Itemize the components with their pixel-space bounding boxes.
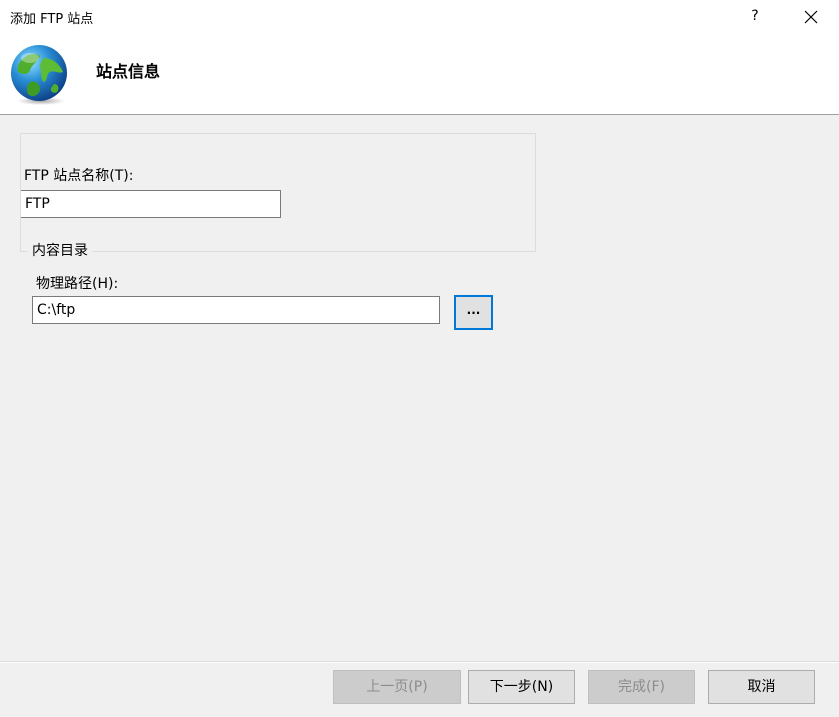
footer-divider-highlight bbox=[0, 662, 839, 663]
help-button[interactable]: ? bbox=[740, 4, 770, 30]
previous-button[interactable]: 上一页(P) bbox=[333, 670, 461, 704]
finish-button[interactable]: 完成(F) bbox=[588, 670, 695, 704]
title-bar: 添加 FTP 站点 ? bbox=[0, 0, 839, 34]
content-directory-group bbox=[20, 133, 536, 252]
cancel-button[interactable]: 取消 bbox=[708, 670, 815, 704]
next-button[interactable]: 下一步(N) bbox=[468, 670, 575, 704]
globe-icon bbox=[11, 45, 67, 105]
content-directory-legend: 内容目录 bbox=[28, 240, 92, 260]
physical-path-input[interactable]: C:\ftp bbox=[32, 296, 440, 324]
wizard-header: 站点信息 bbox=[0, 34, 839, 115]
physical-path-label: 物理路径(H): bbox=[36, 276, 119, 292]
close-button[interactable] bbox=[794, 4, 828, 30]
window-title: 添加 FTP 站点 bbox=[10, 12, 94, 27]
page-title: 站点信息 bbox=[96, 62, 161, 81]
close-icon bbox=[804, 10, 818, 24]
browse-button[interactable]: ... bbox=[454, 295, 493, 330]
